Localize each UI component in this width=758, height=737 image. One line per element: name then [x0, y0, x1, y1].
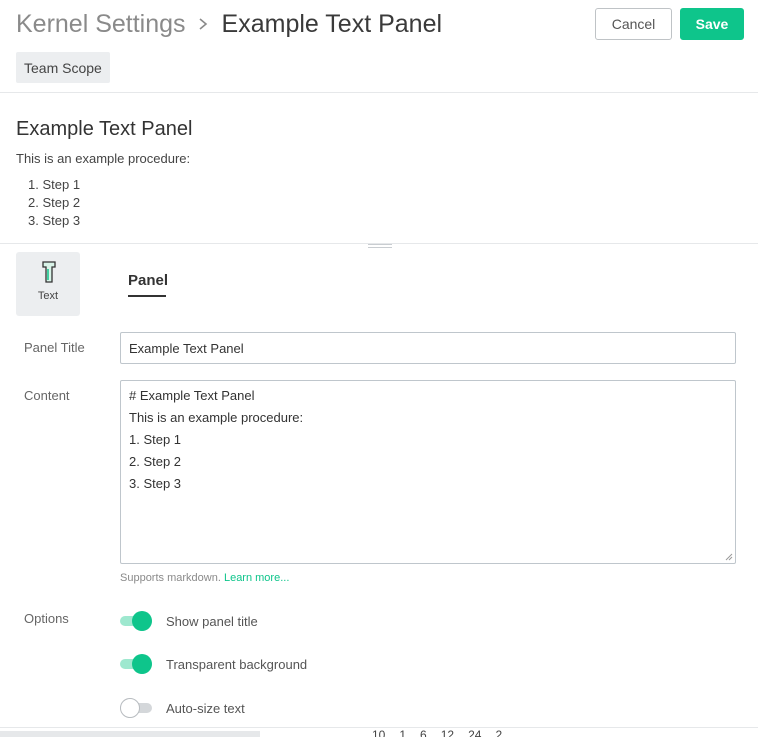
content-line: # Example Text Panel: [129, 388, 255, 403]
footer-divider: [0, 727, 758, 728]
page-header: Kernel Settings Example Text Panel Cance…: [0, 0, 758, 92]
panel-title-label: Panel Title: [24, 340, 85, 355]
breadcrumb: Kernel Settings Example Text Panel: [16, 8, 442, 40]
transparent-background-toggle[interactable]: [120, 653, 152, 675]
breadcrumb-root[interactable]: Kernel Settings: [16, 10, 186, 39]
content-textarea[interactable]: # Example Text Panel This is an example …: [120, 380, 736, 564]
learn-more-link[interactable]: Learn more...: [224, 572, 289, 584]
list-item: 2. Step 2: [28, 195, 81, 210]
show-panel-title-toggle[interactable]: [120, 610, 152, 632]
content-line: 1. Step 1: [129, 432, 182, 447]
content-line: This is an example procedure:: [129, 410, 304, 425]
resize-handle[interactable]: [368, 244, 392, 249]
horizontal-scrollbar[interactable]: [0, 731, 260, 737]
list-item: 3. Step 3: [28, 213, 81, 228]
partial-number-row: 10 1 6 12 24 2: [372, 729, 503, 737]
panel-title-input[interactable]: Example Text Panel: [120, 332, 736, 364]
preview-steps: 1. Step 1 2. Step 2 3. Step 3: [28, 176, 80, 230]
option-label: Show panel title: [166, 613, 258, 629]
option-label: Transparent background: [166, 656, 308, 672]
chevron-right-icon: [190, 14, 218, 34]
header-divider: [0, 92, 758, 93]
tab-panel[interactable]: Panel: [128, 272, 168, 289]
preview-intro: This is an example procedure:: [16, 151, 191, 166]
option-transparent-background: Transparent background: [120, 653, 307, 675]
panel-type-label: Text: [37, 290, 59, 302]
text-t-icon: [42, 261, 56, 283]
option-show-panel-title: Show panel title: [120, 610, 258, 632]
option-auto-size-text: Auto-size text: [120, 697, 245, 719]
breadcrumb-current: Example Text Panel: [221, 9, 443, 38]
content-line: 3. Step 3: [129, 476, 182, 491]
auto-size-text-toggle[interactable]: [120, 697, 152, 719]
panel-type-text[interactable]: Text: [16, 252, 80, 316]
list-item: 1. Step 1: [28, 177, 81, 192]
resize-grip-icon[interactable]: [725, 553, 733, 561]
markdown-hint: Supports markdown. Learn more...: [120, 572, 290, 584]
save-button[interactable]: Save: [680, 8, 744, 40]
option-label: Auto-size text: [166, 700, 245, 716]
content-line: 2. Step 2: [129, 454, 182, 469]
cancel-button[interactable]: Cancel: [595, 8, 672, 40]
preview-title: Example Text Panel: [16, 118, 193, 140]
options-label: Options: [24, 611, 69, 626]
team-scope-chip[interactable]: Team Scope: [16, 52, 110, 83]
tab-active-indicator: [128, 295, 166, 297]
content-label: Content: [24, 388, 70, 403]
